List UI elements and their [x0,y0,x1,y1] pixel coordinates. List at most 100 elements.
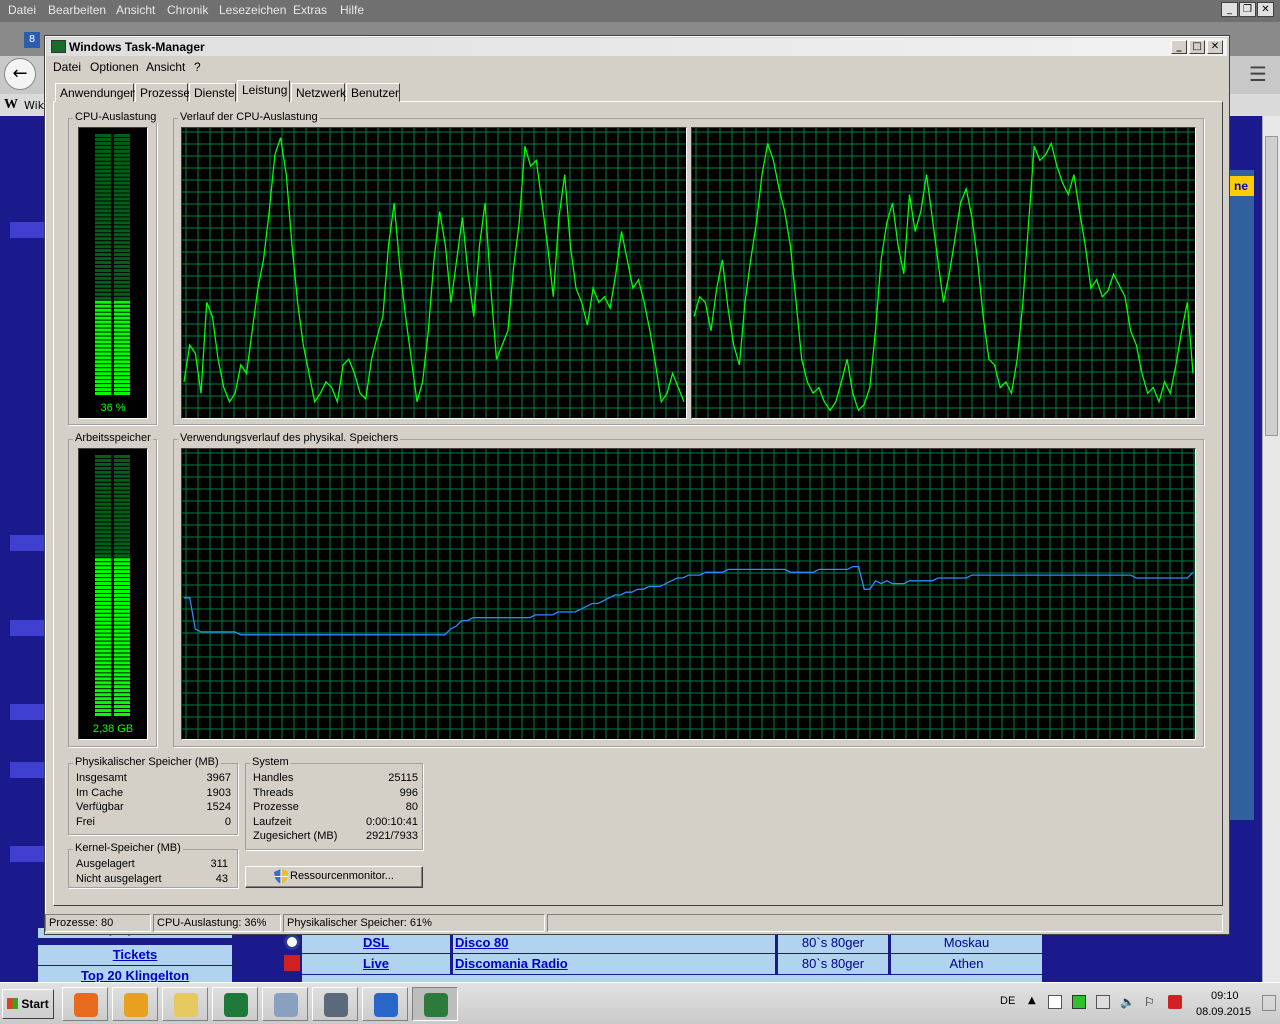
cpu-meter-segment [114,356,130,360]
side-link-klingelton[interactable]: Top 20 Klingelton [38,966,232,982]
ff-menu-bearbeiten[interactable]: Bearbeiten [48,3,106,17]
memory-meter-segment [114,518,130,522]
cpu-meter-segment [95,276,111,280]
cpu-meter-segment [114,245,130,249]
ff-tab-group-badge[interactable]: 8 [24,32,40,48]
page-banner-badge[interactable]: ne [1228,176,1254,196]
tray-language[interactable]: DE [1000,995,1015,1007]
taskbar-app-excel[interactable] [212,987,258,1021]
ff-minimize-button[interactable]: _ [1221,2,1238,17]
cpu-meter-segment [95,185,111,189]
tray-taskmanager-icon[interactable] [1072,995,1086,1009]
radio-row-1-station[interactable]: Disco 80 [453,933,775,953]
memory-meter-segment [95,578,111,582]
radio-row-2-station[interactable]: Discomania Radio [453,954,775,974]
memory-meter-segment [114,470,130,474]
cpu-core-1-line [183,137,685,405]
memory-meter-segment [95,510,111,514]
cpu-meter-segment [114,249,130,253]
taskbar-app-calculator[interactable] [262,987,308,1021]
phys-total-label: Insgesamt [76,772,127,784]
clock-time[interactable]: 09:10 [1211,990,1239,1002]
cpu-meter-segment [95,328,111,332]
memory-meter-segment [95,582,111,585]
side-link-tickets[interactable]: Tickets [38,945,232,965]
tray-flag-icon[interactable]: ⚐ [1144,995,1158,1009]
ff-close-button[interactable]: ✕ [1257,2,1274,17]
ff-menu-ansicht[interactable]: Ansicht [116,3,155,17]
memory-meter-segment [114,566,130,570]
taskbar-app-virtualbox[interactable] [312,987,358,1021]
tab-leistung[interactable]: Leistung [237,80,290,102]
memory-meter-segment [95,534,111,538]
clock-date[interactable]: 08.09.2015 [1196,1006,1251,1018]
memory-meter-segment [114,653,130,657]
memory-history-label: Verwendungsverlauf des physikal. Speiche… [178,432,401,444]
taskbar-app-network-app[interactable] [362,987,408,1021]
taskmanager-icon [424,993,448,1017]
taskbar-app-explorer[interactable] [162,987,208,1021]
tab-benutzer[interactable]: Benutzer [346,83,400,102]
tab-dienste[interactable]: Dienste [189,83,236,102]
cpu-meter-segment [114,304,130,308]
memory-meter-segment [95,669,111,673]
resource-monitor-button[interactable]: Ressourcenmonitor... [245,866,423,888]
tray-volume-icon[interactable]: 🔈 [1120,995,1135,1009]
system-commit-value: 2921/7933 [366,830,418,842]
tab-anwendungen[interactable]: Anwendungen [55,83,137,102]
cpu-meter-segment [114,241,130,245]
ff-restore-button[interactable]: ❐ [1239,2,1256,17]
radio-row-2-name[interactable]: Live [302,954,450,974]
tab-netzwerk[interactable]: Netzwerk [291,83,346,102]
radio-row-1-genre: 80`s 80ger [778,933,888,953]
memory-meter-segment [114,633,130,637]
cpu-meter-segment [95,145,111,149]
tm-menu-datei[interactable]: Datei [53,60,81,74]
ff-menu-lesezeichen[interactable]: Lesezeichen [219,3,286,17]
radio-row-1-name[interactable]: DSL [302,933,450,953]
start-button[interactable]: Start [2,989,54,1019]
ff-scrollbar-thumb[interactable] [1265,136,1278,436]
cpu-meter-segment [114,181,130,185]
cpu-meter-segment [95,388,111,392]
cpu-meter-segment [95,209,111,213]
tray-network-icon[interactable] [1096,995,1110,1009]
ff-back-button[interactable]: ← [4,58,36,90]
taskbar-app-firefox[interactable] [62,987,108,1021]
memory-meter-segment [95,661,111,665]
tm-maximize-button[interactable]: □ [1189,40,1205,54]
taskmanager-titlebar[interactable]: Windows Task-Manager _ □ ✕ [47,38,1227,56]
tray-antivirus-icon[interactable] [1168,995,1182,1009]
memory-meter-segment [114,709,130,713]
tm-menu-optionen[interactable]: Optionen [90,60,139,74]
memory-meter-segment [114,570,130,574]
cpu-meter-segment [95,308,111,312]
ff-menu-datei[interactable]: Datei [8,3,36,17]
tm-menu-help[interactable]: ? [194,60,201,74]
cpu-meter-segment [114,360,130,364]
taskbar-app-outlook[interactable] [112,987,158,1021]
show-desktop-button[interactable] [1262,995,1276,1011]
taskbar-app-taskmanager[interactable] [412,987,458,1021]
cpu-meter-segment [114,253,130,257]
status-cpu: CPU-Auslastung: 36% [153,914,281,932]
tm-close-button[interactable]: ✕ [1207,40,1223,54]
cpu-meter-segment [95,340,111,344]
tm-minimize-button[interactable]: _ [1171,40,1187,54]
memory-meter-segment [114,486,130,490]
tab-prozesse[interactable]: Prozesse [135,83,190,102]
tray-windows-icon[interactable] [1048,995,1062,1009]
memory-meter-segment [114,510,130,514]
ff-menu-chronik[interactable]: Chronik [167,3,208,17]
ff-menu-extras[interactable]: Extras [293,3,327,17]
ff-menu-hilfe[interactable]: Hilfe [340,3,364,17]
ff-menu-icon[interactable]: ☰ [1246,62,1270,86]
tray-show-hidden-icon[interactable]: ▲ [1028,995,1042,1009]
cpu-meter-segment [95,153,111,157]
memory-meter-segment [95,498,111,502]
ff-scrollbar[interactable] [1262,116,1280,982]
memory-meter-segment [95,558,111,562]
memory-meter-segment [95,645,111,649]
taskmanager-title-icon [51,40,66,53]
tm-menu-ansicht[interactable]: Ansicht [146,60,185,74]
